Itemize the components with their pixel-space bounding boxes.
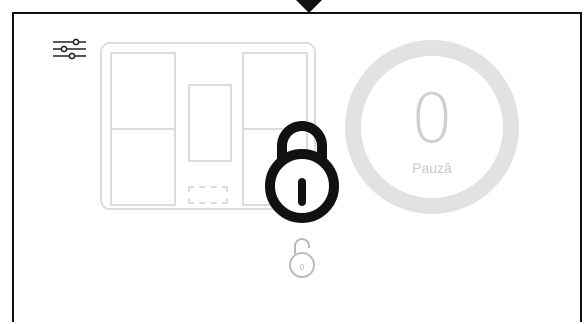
settings-sliders-icon[interactable] [52,38,88,60]
compartment-center-bottom [188,186,228,204]
padlock-unlocked-icon[interactable] [285,234,319,280]
padlock-locked-icon[interactable] [258,116,346,224]
level-dial[interactable]: 0 Pauză [345,40,519,214]
dial-value: 0 [410,80,454,159]
compartment-center [188,84,232,162]
small-lock-label: 0 [299,263,305,272]
compartment-left-bottom [110,128,176,206]
compartment-left-top [110,52,176,130]
dial-status-label: Pauză [412,160,452,176]
